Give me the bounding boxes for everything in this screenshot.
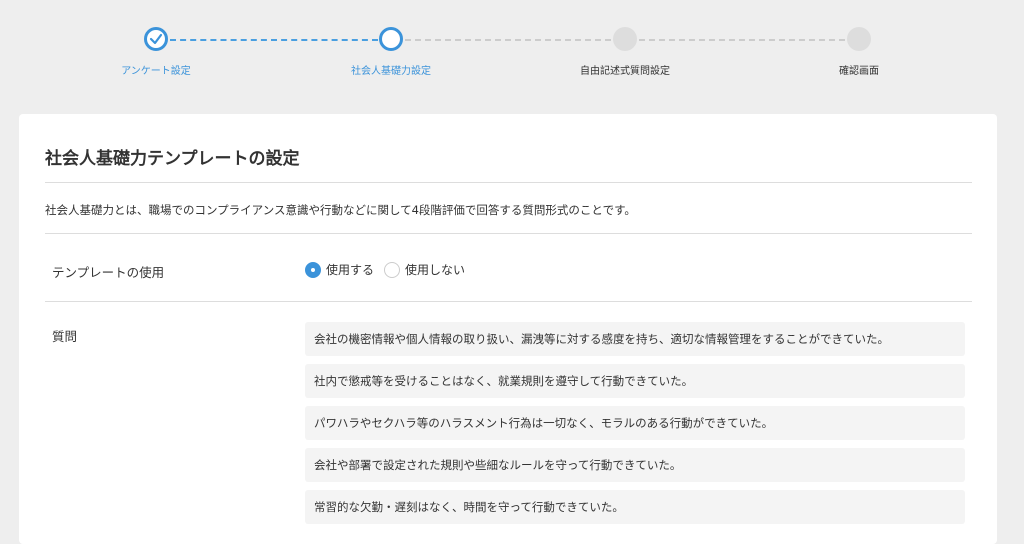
check-icon <box>149 33 163 45</box>
question-item: 社内で懲戒等を受けることはなく、就業規則を遵守して行動できていた。 <box>305 364 965 398</box>
divider <box>45 182 972 183</box>
page-title: 社会人基礎力テンプレートの設定 <box>45 149 300 169</box>
template-usage-label: テンプレートの使用 <box>52 265 165 280</box>
step-4-indicator <box>847 27 871 51</box>
step-1-indicator[interactable] <box>144 27 168 51</box>
questions-label: 質問 <box>52 329 78 344</box>
question-item: 会社や部署で設定された規則や些細なルールを守って行動できていた。 <box>305 448 965 482</box>
radio-use[interactable]: 使用する <box>305 261 374 278</box>
step-3-label: 自由記述式質問設定 <box>580 66 670 77</box>
step-2-label[interactable]: 社会人基礎力設定 <box>311 62 471 77</box>
question-list: 会社の機密情報や個人情報の取り扱い、漏洩等に対する感度を持ち、適切な情報管理をす… <box>305 322 965 532</box>
progress-stepper: アンケート設定 社会人基礎力設定 自由記述式質問設定 確認画面 <box>0 0 1024 100</box>
template-settings-card: 社会人基礎力テンプレートの設定 社会人基礎力とは、職場でのコンプライアンス意識や… <box>19 114 997 544</box>
divider <box>45 301 972 302</box>
radio-button-unchecked[interactable] <box>384 261 401 278</box>
step-4-label: 確認画面 <box>839 66 879 77</box>
radio-use-label: 使用する <box>326 263 375 277</box>
radio-not-use[interactable]: 使用しない <box>384 261 465 278</box>
question-item: 会社の機密情報や個人情報の取り扱い、漏洩等に対する感度を持ち、適切な情報管理をす… <box>305 322 965 356</box>
step-3-indicator <box>613 27 637 51</box>
step-connector <box>170 39 378 41</box>
template-usage-radio-group: 使用する 使用しない <box>305 261 475 278</box>
step-2-indicator[interactable] <box>379 27 403 51</box>
step-connector <box>639 39 845 41</box>
description: 社会人基礎力とは、職場でのコンプライアンス意識や行動などに関して4段階評価で回答… <box>45 203 636 217</box>
question-item: 常習的な欠勤・遅刻はなく、時間を守って行動できていた。 <box>305 490 965 524</box>
radio-not-use-label: 使用しない <box>405 263 466 277</box>
step-connector <box>405 39 611 41</box>
step-1-label[interactable]: アンケート設定 <box>76 62 236 77</box>
question-item: パワハラやセクハラ等のハラスメント行為は一切なく、モラルのある行動ができていた。 <box>305 406 965 440</box>
radio-button-checked[interactable] <box>305 261 321 278</box>
divider <box>45 233 972 234</box>
